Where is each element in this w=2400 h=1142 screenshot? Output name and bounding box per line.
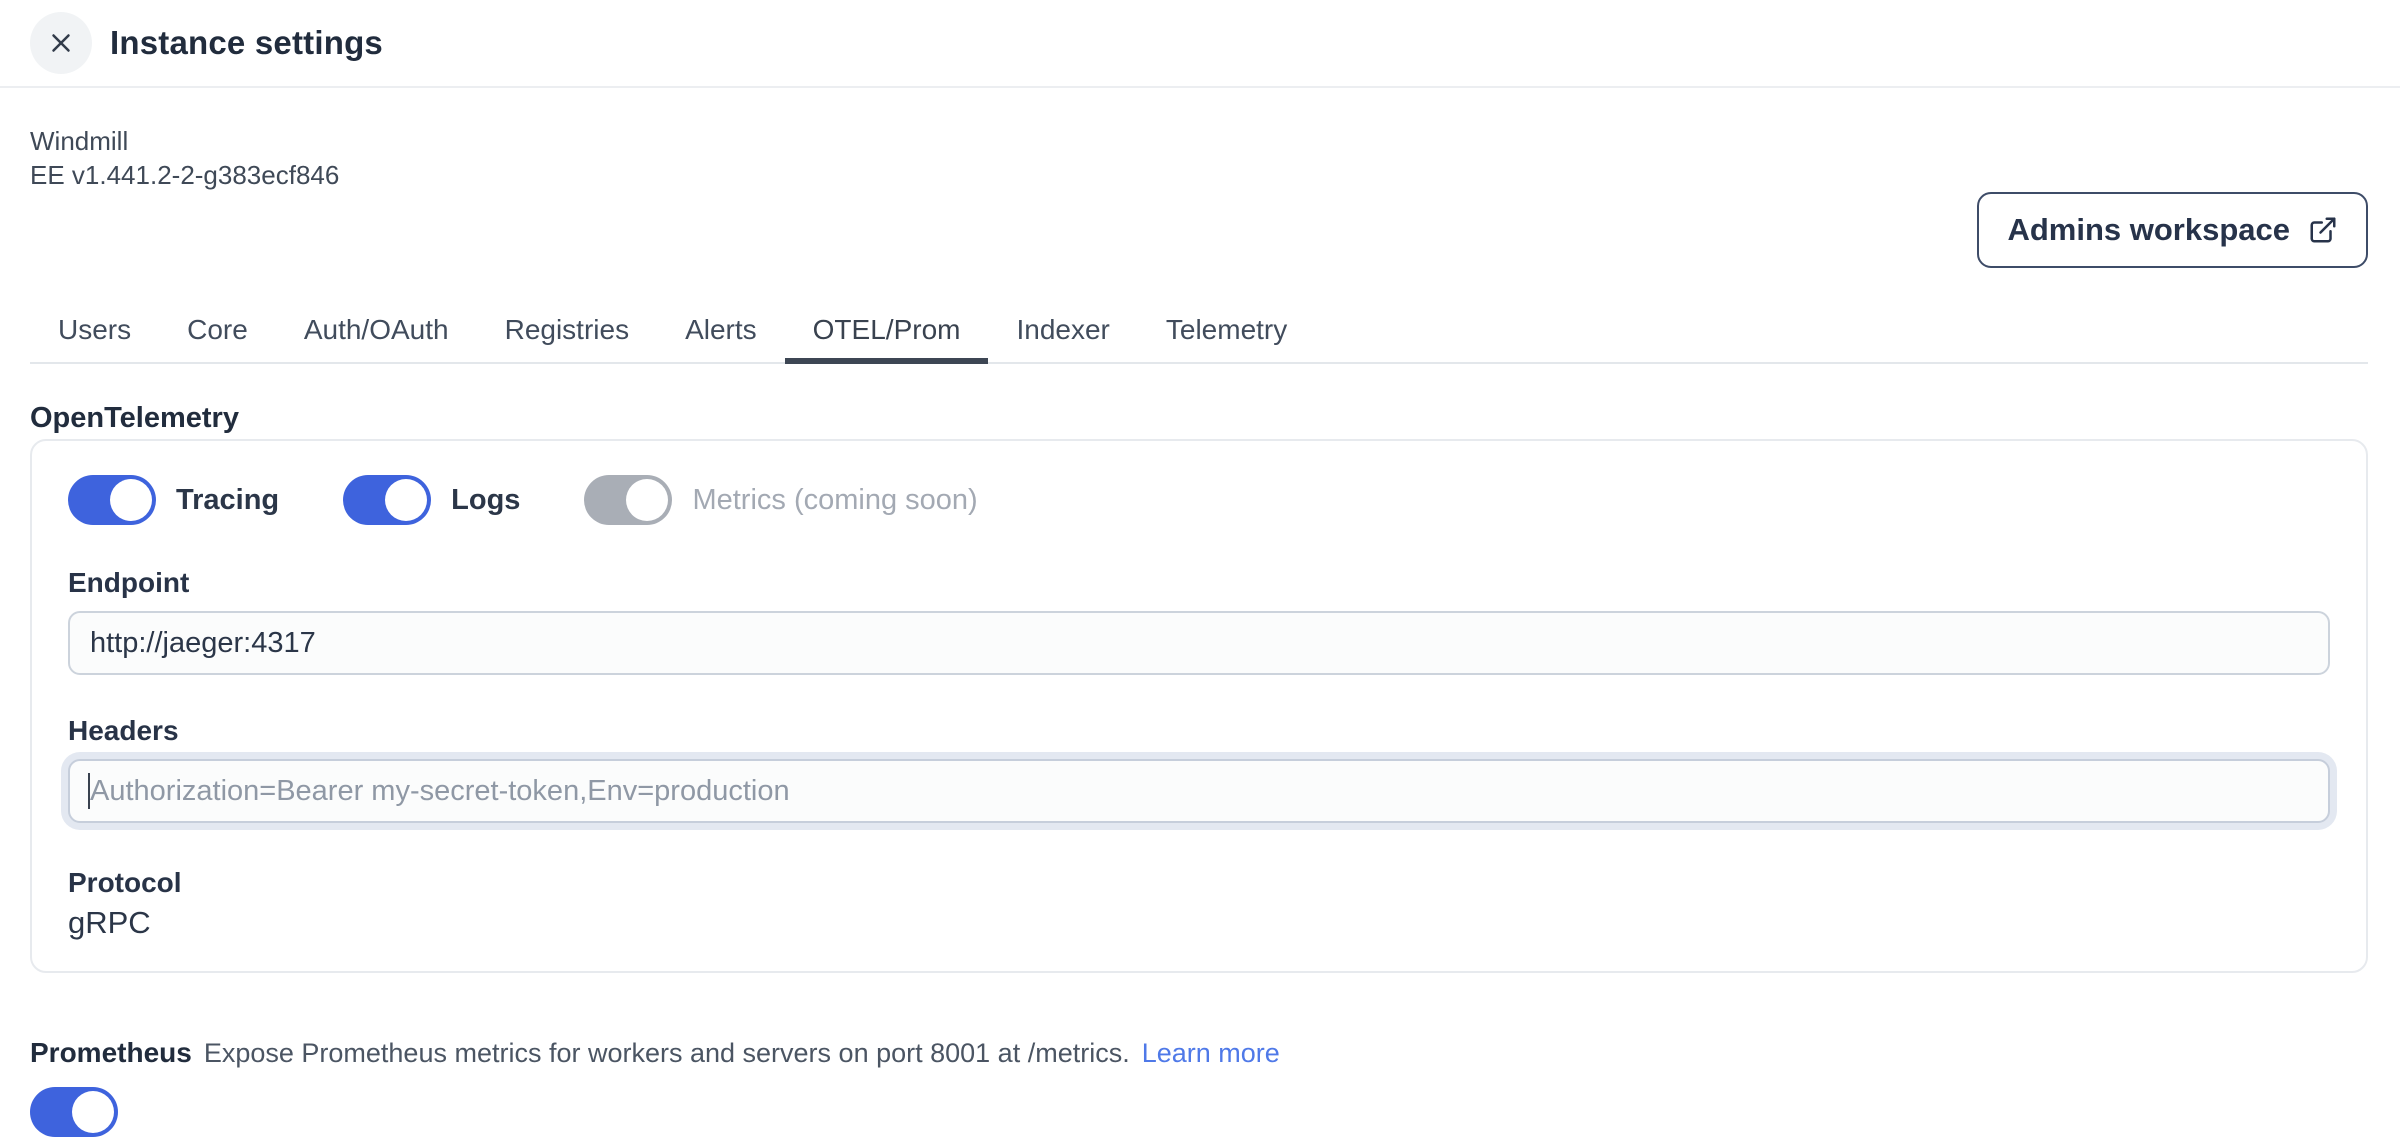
endpoint-input-wrap bbox=[68, 611, 2330, 675]
opentelemetry-section-title: OpenTelemetry bbox=[30, 402, 2368, 435]
prometheus-learn-more-link[interactable]: Learn more bbox=[1142, 1038, 1280, 1069]
headers-field: Headers bbox=[68, 715, 2330, 823]
tracing-toggle[interactable] bbox=[68, 475, 156, 525]
headers-label: Headers bbox=[68, 715, 2330, 747]
tab-registries[interactable]: Registries bbox=[477, 302, 657, 362]
prometheus-row: Prometheus Expose Prometheus metrics for… bbox=[30, 1037, 2368, 1069]
settings-content: Windmill EE v1.441.2-2-g383ecf846 Admins… bbox=[0, 124, 2400, 1142]
metrics-toggle bbox=[584, 475, 672, 525]
logs-toggle-group: Logs bbox=[343, 475, 520, 525]
instance-version-block: Windmill EE v1.441.2-2-g383ecf846 bbox=[30, 124, 2368, 192]
tab-telemetry[interactable]: Telemetry bbox=[1138, 302, 1315, 362]
close-button[interactable] bbox=[30, 12, 92, 74]
admins-workspace-label: Admins workspace bbox=[2007, 212, 2290, 248]
metrics-toggle-group: Metrics (coming soon) bbox=[584, 475, 977, 525]
settings-tabs: Users Core Auth/OAuth Registries Alerts … bbox=[30, 302, 2368, 364]
tab-users[interactable]: Users bbox=[30, 302, 159, 362]
endpoint-input[interactable] bbox=[68, 611, 2330, 675]
tab-alerts[interactable]: Alerts bbox=[657, 302, 785, 362]
headers-input-wrap bbox=[68, 759, 2330, 823]
instance-version: EE v1.441.2-2-g383ecf846 bbox=[30, 158, 2368, 192]
otel-toggle-row: Tracing Logs Metrics (coming soon) bbox=[68, 475, 2330, 525]
toggle-knob bbox=[385, 479, 427, 521]
tracing-toggle-group: Tracing bbox=[68, 475, 279, 525]
protocol-value: gRPC bbox=[68, 905, 2330, 941]
tracing-toggle-label: Tracing bbox=[176, 484, 279, 517]
prometheus-toggle[interactable] bbox=[30, 1087, 118, 1137]
toggle-knob bbox=[626, 479, 668, 521]
protocol-field: Protocol gRPC bbox=[68, 867, 2330, 941]
prometheus-description: Expose Prometheus metrics for workers an… bbox=[204, 1038, 1130, 1069]
protocol-label: Protocol bbox=[68, 867, 2330, 899]
text-caret bbox=[88, 773, 90, 809]
tab-indexer[interactable]: Indexer bbox=[988, 302, 1137, 362]
metrics-toggle-label: Metrics (coming soon) bbox=[692, 484, 977, 517]
page-title: Instance settings bbox=[110, 24, 383, 62]
toggle-knob bbox=[110, 479, 152, 521]
prometheus-section-title: Prometheus bbox=[30, 1037, 192, 1069]
close-icon bbox=[46, 28, 76, 58]
tab-otel-prom[interactable]: OTEL/Prom bbox=[785, 302, 989, 362]
topbar: Instance settings bbox=[0, 0, 2400, 88]
admins-workspace-row: Admins workspace bbox=[30, 192, 2368, 268]
logs-toggle-label: Logs bbox=[451, 484, 520, 517]
instance-name: Windmill bbox=[30, 124, 2368, 158]
toggle-knob bbox=[72, 1091, 114, 1133]
logs-toggle[interactable] bbox=[343, 475, 431, 525]
opentelemetry-card: Tracing Logs Metrics (coming soon) Endpo… bbox=[30, 439, 2368, 973]
tab-core[interactable]: Core bbox=[159, 302, 276, 362]
admins-workspace-button[interactable]: Admins workspace bbox=[1977, 192, 2368, 268]
headers-input[interactable] bbox=[68, 759, 2330, 823]
external-link-icon bbox=[2308, 215, 2338, 245]
tab-auth-oauth[interactable]: Auth/OAuth bbox=[276, 302, 477, 362]
endpoint-field: Endpoint bbox=[68, 567, 2330, 675]
endpoint-label: Endpoint bbox=[68, 567, 2330, 599]
